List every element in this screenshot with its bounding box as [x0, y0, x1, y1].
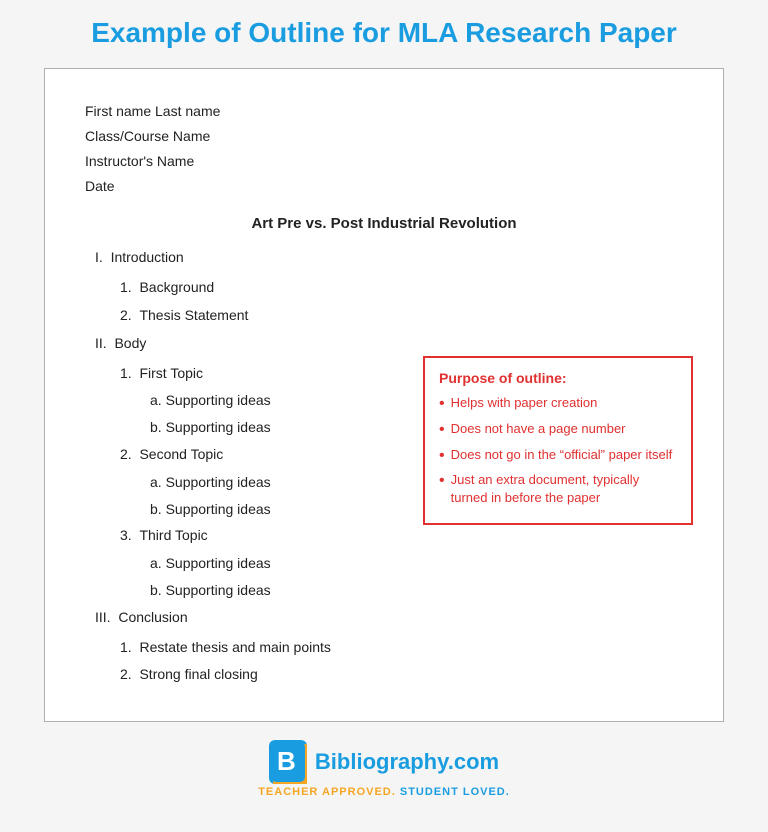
footer-tagline: TEACHER APPROVED. STUDENT LOVED.: [258, 786, 510, 798]
svg-text:B: B: [277, 746, 296, 776]
item-label: 1.: [120, 639, 139, 655]
bullet-icon: •: [439, 445, 445, 467]
item-label: 3.: [120, 527, 139, 543]
meta-info: First name Last name Class/Course Name I…: [85, 99, 683, 200]
section-text: Introduction: [111, 249, 184, 265]
sub-text: Supporting ideas: [166, 419, 271, 435]
item-label: 2.: [120, 666, 139, 682]
sub-text: Supporting ideas: [166, 555, 271, 571]
section-text: Conclusion: [118, 609, 187, 625]
outline-sub-3a: a. Supporting ideas: [150, 552, 683, 576]
purpose-item-text: Does not go in the “official” paper itse…: [451, 446, 673, 464]
sub-text: Supporting ideas: [166, 474, 271, 490]
bullet-icon: •: [439, 470, 445, 492]
sub-label: a.: [150, 555, 166, 571]
section-label: I.: [95, 249, 111, 265]
meta-line4: Date: [85, 174, 683, 199]
sub-text: Supporting ideas: [166, 392, 271, 408]
outline-item-thesis: 2. Thesis Statement: [120, 304, 683, 328]
purpose-box: Purpose of outline: • Helps with paper c…: [423, 356, 693, 525]
purpose-item-text: Helps with paper creation: [451, 394, 598, 412]
tagline-student: STUDENT LOVED.: [396, 786, 510, 798]
sub-label: a.: [150, 392, 166, 408]
item-label: 1.: [120, 279, 139, 295]
meta-line3: Instructor's Name: [85, 149, 683, 174]
outline-item-restate: 1. Restate thesis and main points: [120, 636, 683, 660]
purpose-item-2: • Does not have a page number: [439, 420, 677, 441]
page-title: Example of Outline for MLA Research Pape…: [91, 16, 677, 50]
outline-sub-3b: b. Supporting ideas: [150, 579, 683, 603]
purpose-item-4: • Just an extra document, typically turn…: [439, 471, 677, 506]
item-label: 1.: [120, 365, 139, 381]
outline-item-background: 1. Background: [120, 276, 683, 300]
section-label: II.: [95, 335, 114, 351]
meta-line1: First name Last name: [85, 99, 683, 124]
outline-section-body: II. Body: [95, 332, 683, 356]
item-text: Background: [139, 279, 214, 295]
purpose-box-title: Purpose of outline:: [439, 370, 677, 386]
paper-title: Art Pre vs. Post Industrial Revolution: [85, 215, 683, 232]
tagline-teacher: TEACHER APPROVED.: [258, 786, 396, 798]
item-label: 2.: [120, 446, 139, 462]
footer-logo-text: Bibliography.com: [315, 749, 499, 775]
purpose-item-1: • Helps with paper creation: [439, 394, 677, 415]
footer: B Bibliography.com TEACHER APPROVED. STU…: [258, 740, 510, 798]
item-text: Second Topic: [139, 446, 223, 462]
sub-text: Supporting ideas: [166, 582, 271, 598]
meta-line2: Class/Course Name: [85, 124, 683, 149]
bullet-icon: •: [439, 419, 445, 441]
sub-text: Supporting ideas: [166, 501, 271, 517]
outline-section-introduction: I. Introduction: [95, 246, 683, 270]
item-text: Thesis Statement: [139, 307, 248, 323]
item-text: Strong final closing: [139, 666, 257, 682]
item-text: Third Topic: [139, 527, 207, 543]
outline-section-conclusion: III. Conclusion: [95, 606, 683, 630]
bullet-icon: •: [439, 393, 445, 415]
outline-item-closing: 2. Strong final closing: [120, 663, 683, 687]
section-text: Body: [114, 335, 146, 351]
sub-label: a.: [150, 474, 166, 490]
purpose-item-text: Does not have a page number: [451, 420, 626, 438]
paper-container: First name Last name Class/Course Name I…: [44, 68, 724, 723]
sub-label: b.: [150, 501, 166, 517]
item-text: First Topic: [139, 365, 203, 381]
outline-body: I. Introduction 1. Background 2. Thesis …: [85, 246, 683, 687]
sub-label: b.: [150, 419, 166, 435]
sub-label: b.: [150, 582, 166, 598]
section-label: III.: [95, 609, 118, 625]
item-label: 2.: [120, 307, 139, 323]
bibliography-logo-icon: B: [269, 740, 307, 784]
footer-logo: B Bibliography.com: [269, 740, 499, 784]
purpose-item-text: Just an extra document, typically turned…: [451, 471, 677, 506]
outline-item-third-topic: 3. Third Topic: [120, 524, 683, 548]
item-text: Restate thesis and main points: [139, 639, 330, 655]
purpose-item-3: • Does not go in the “official” paper it…: [439, 446, 677, 467]
